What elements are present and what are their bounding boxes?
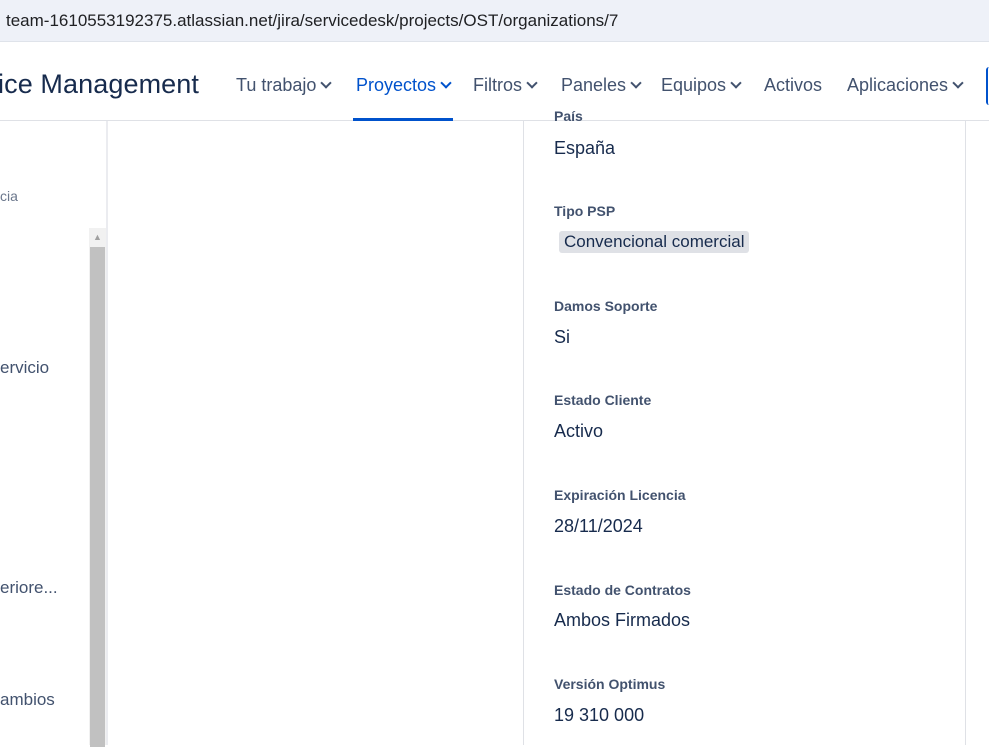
- field-value-expiracion-licencia[interactable]: 28/11/2024: [554, 516, 643, 537]
- field-label-version-optimus: Versión Optimus: [554, 676, 666, 692]
- field-label-pais: País: [554, 108, 583, 124]
- organization-details-panel: País España Tipo PSP Convencional comerc…: [523, 108, 966, 745]
- nav-item-label: Filtros: [473, 75, 522, 95]
- nav-activos[interactable]: Activos: [764, 75, 822, 96]
- chevron-down-icon: [440, 77, 452, 89]
- field-label-damos-soporte: Damos Soporte: [554, 298, 658, 314]
- field-label-estado-contratos: Estado de Contratos: [554, 582, 691, 598]
- nav-equipos[interactable]: Equipos: [661, 75, 742, 96]
- nav-proyectos[interactable]: Proyectos: [352, 75, 454, 121]
- nav-filtros[interactable]: Filtros: [473, 75, 538, 96]
- sidebar-item[interactable]: ervicio: [0, 358, 49, 378]
- top-navigation: ice Management Tu trabajo Proyectos Filt…: [0, 51, 989, 121]
- nav-paneles[interactable]: Paneles: [561, 75, 642, 96]
- nav-tu-trabajo[interactable]: Tu trabajo: [236, 75, 333, 96]
- nav-item-label: Proyectos: [356, 75, 437, 95]
- field-value-pais[interactable]: España: [554, 138, 615, 159]
- field-label-tipo-psp: Tipo PSP: [554, 203, 616, 219]
- nav-item-label: Paneles: [561, 75, 627, 95]
- scrollbar-thumb[interactable]: [90, 247, 105, 747]
- sidebar-item[interactable]: eriore...: [0, 578, 58, 598]
- nav-item-label: Aplicaciones: [847, 75, 949, 95]
- chevron-down-icon: [526, 77, 538, 89]
- nav-item-label: Activos: [764, 75, 823, 95]
- project-sidebar: cia ervicio eriore... ambios ▲: [0, 121, 108, 747]
- field-value-estado-contratos[interactable]: Ambos Firmados: [554, 610, 690, 631]
- chevron-down-icon: [952, 77, 964, 89]
- field-value-damos-soporte[interactable]: Si: [554, 327, 570, 348]
- field-label-expiracion-licencia: Expiración Licencia: [554, 487, 686, 503]
- field-value-tipo-psp-lozenge[interactable]: Convencional comercial: [559, 231, 750, 253]
- nav-item-label: Tu trabajo: [236, 75, 317, 95]
- field-value-version-optimus[interactable]: 19 310 000: [554, 705, 644, 726]
- sidebar-scrollbar[interactable]: ▲: [89, 228, 106, 747]
- nav-item-label: Equipos: [661, 75, 727, 95]
- url-text[interactable]: team-1610553192375.atlassian.net/jira/se…: [6, 11, 618, 31]
- browser-address-bar[interactable]: team-1610553192375.atlassian.net/jira/se…: [0, 0, 989, 42]
- chevron-down-icon: [630, 77, 642, 89]
- toolbar-gap: [0, 42, 989, 51]
- field-value-estado-cliente[interactable]: Activo: [554, 421, 603, 442]
- scroll-up-arrow-icon[interactable]: ▲: [89, 228, 106, 246]
- chevron-down-icon: [320, 77, 333, 89]
- sidebar-item[interactable]: cia: [0, 188, 18, 204]
- sidebar-item[interactable]: ambios: [0, 690, 55, 710]
- chevron-down-icon: [730, 77, 742, 89]
- nav-aplicaciones[interactable]: Aplicaciones: [847, 75, 964, 96]
- product-name[interactable]: ice Management: [0, 69, 199, 100]
- field-label-estado-cliente: Estado Cliente: [554, 392, 652, 408]
